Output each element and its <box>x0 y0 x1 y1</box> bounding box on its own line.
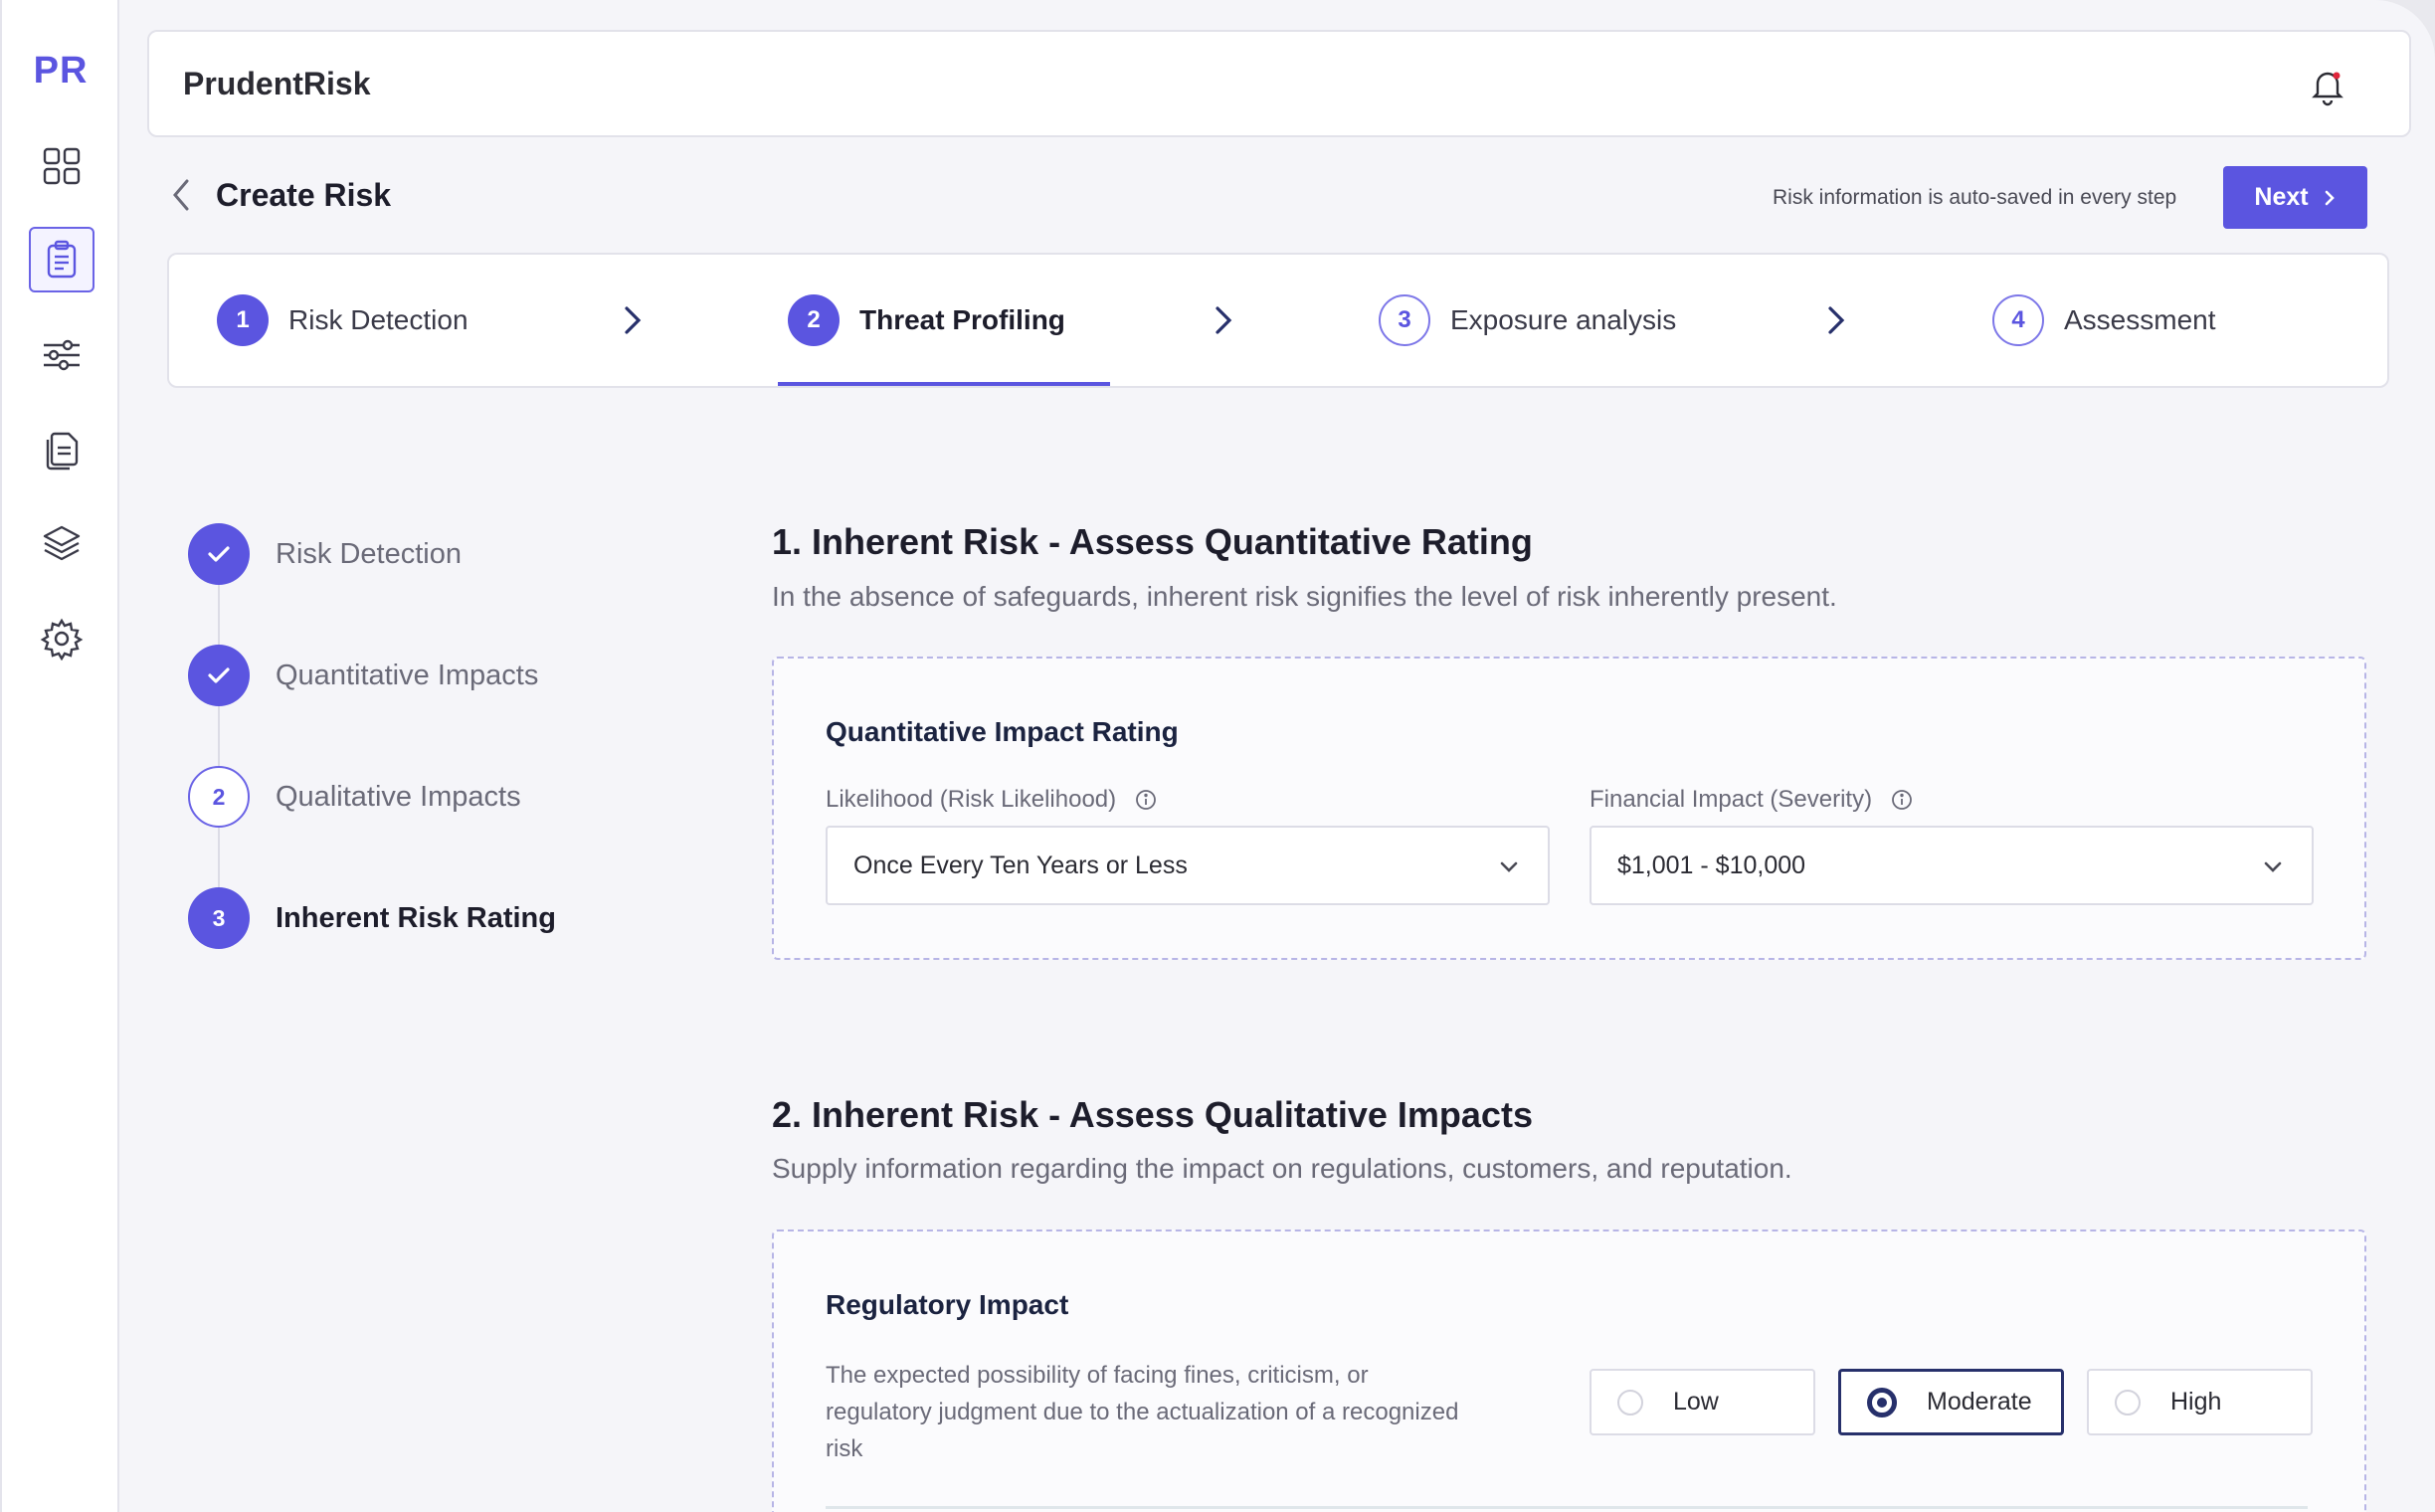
step-number: 3 <box>1379 294 1430 346</box>
app-frame: PR PrudentRisk Create Risk Risk informat… <box>0 0 2435 1512</box>
documents-icon <box>46 432 79 471</box>
tab-threat-profiling[interactable]: 2 Threat Profiling <box>788 255 1065 386</box>
section2-subtitle: Supply information regarding the impact … <box>772 1153 1792 1184</box>
radio-circle <box>2115 1389 2141 1416</box>
chevron-right-icon <box>1828 306 1845 334</box>
sidebar: PR <box>0 0 119 1512</box>
tab-assessment[interactable]: 4 Assessment <box>1992 255 2216 386</box>
sidebar-item-controls[interactable] <box>29 322 94 388</box>
check-icon <box>188 523 250 585</box>
step-number: 4 <box>1992 294 2044 346</box>
section1-title: 1. Inherent Risk - Assess Quantitative R… <box>772 521 1533 562</box>
likelihood-label-row: Likelihood (Risk Likelihood) <box>826 786 1158 814</box>
step-label: Assessment <box>2064 304 2216 335</box>
wizard-stepper: 1 Risk Detection 2 Threat Profiling 3 Ex… <box>167 253 2389 388</box>
radio-moderate[interactable]: Moderate <box>1838 1369 2064 1435</box>
section1-subtitle: In the absence of safeguards, inherent r… <box>772 581 1837 612</box>
radio-circle <box>1617 1389 1643 1416</box>
chevron-right-icon <box>2325 190 2335 205</box>
progress-item-risk-detection[interactable]: Risk Detection <box>188 523 462 585</box>
next-button-label: Next <box>2254 183 2309 211</box>
check-icon <box>188 645 250 706</box>
radio-low[interactable]: Low <box>1590 1369 1815 1435</box>
radio-circle <box>1867 1387 1897 1418</box>
autosave-note: Risk information is auto-saved in every … <box>1773 186 2177 209</box>
progress-item-inherent-risk-rating[interactable]: 3 Inherent Risk Rating <box>188 887 556 949</box>
chevron-down-icon <box>1500 861 1518 872</box>
progress-number: 2 <box>188 766 250 828</box>
card-title: Quantitative Impact Rating <box>826 716 1179 747</box>
progress-label: Inherent Risk Rating <box>276 901 556 934</box>
back-chevron-icon[interactable] <box>165 175 199 215</box>
progress-label: Risk Detection <box>276 537 462 570</box>
sidebar-item-dashboard[interactable] <box>29 133 94 199</box>
gear-icon <box>40 618 84 661</box>
likelihood-value: Once Every Ten Years or Less <box>853 851 1188 879</box>
sidebar-item-layers[interactable] <box>29 511 94 577</box>
sidebar-item-risks[interactable] <box>29 227 94 292</box>
info-icon[interactable] <box>1134 788 1158 812</box>
chevron-right-icon <box>1216 306 1232 334</box>
quantitative-rating-card: Quantitative Impact Rating Likelihood (R… <box>772 657 2366 960</box>
sidebar-item-documents[interactable] <box>29 417 94 482</box>
notification-bell-icon[interactable] <box>2306 64 2349 107</box>
radio-label: Moderate <box>1927 1388 2032 1416</box>
financial-label-row: Financial Impact (Severity) <box>1590 786 1914 814</box>
radio-high[interactable]: High <box>2087 1369 2313 1435</box>
info-icon[interactable] <box>1890 788 1914 812</box>
dashboard-grid-icon <box>43 147 81 185</box>
regulatory-description: The expected possibility of facing fines… <box>826 1362 1459 1462</box>
section2-title: 2. Inherent Risk - Assess Qualitative Im… <box>772 1094 1533 1135</box>
step-number: 2 <box>788 294 840 346</box>
app-logo: PR <box>33 50 89 92</box>
next-button[interactable]: Next <box>2223 166 2367 229</box>
page-title: Create Risk <box>216 177 392 213</box>
likelihood-select[interactable]: Once Every Ten Years or Less <box>826 826 1550 905</box>
divider <box>826 1506 2308 1509</box>
radio-label: Low <box>1673 1388 1719 1416</box>
chevron-down-icon <box>2264 861 2282 872</box>
step-label: Exposure analysis <box>1450 304 1677 335</box>
progress-label: Qualitative Impacts <box>276 780 521 813</box>
financial-impact-select[interactable]: $1,001 - $10,000 <box>1590 826 2314 905</box>
step-number: 1 <box>217 294 269 346</box>
step-label: Risk Detection <box>288 304 468 335</box>
progress-item-quantitative-impacts[interactable]: Quantitative Impacts <box>188 645 538 706</box>
clipboard-icon <box>47 240 77 279</box>
tab-risk-detection[interactable]: 1 Risk Detection <box>217 255 468 386</box>
step-label: Threat Profiling <box>859 304 1065 335</box>
top-header: PrudentRisk <box>147 30 2411 137</box>
brand-name: PrudentRisk <box>183 66 371 101</box>
card-title: Regulatory Impact <box>826 1289 1069 1320</box>
chevron-right-icon <box>625 306 642 334</box>
likelihood-label: Likelihood (Risk Likelihood) <box>826 786 1117 813</box>
financial-value: $1,001 - $10,000 <box>1617 851 1806 879</box>
tab-exposure-analysis[interactable]: 3 Exposure analysis <box>1379 255 1676 386</box>
progress-item-qualitative-impacts[interactable]: 2 Qualitative Impacts <box>188 766 521 828</box>
progress-connector <box>218 557 220 915</box>
layers-icon <box>43 525 81 561</box>
sliders-icon <box>44 339 80 371</box>
radio-label: High <box>2170 1388 2222 1416</box>
progress-number: 3 <box>188 887 250 949</box>
financial-label: Financial Impact (Severity) <box>1590 786 1873 813</box>
regulatory-impact-card: Regulatory Impact The expected possibili… <box>772 1229 2366 1512</box>
active-tab-indicator <box>778 382 1110 386</box>
progress-label: Quantitative Impacts <box>276 659 539 691</box>
sidebar-item-settings[interactable] <box>29 606 94 671</box>
